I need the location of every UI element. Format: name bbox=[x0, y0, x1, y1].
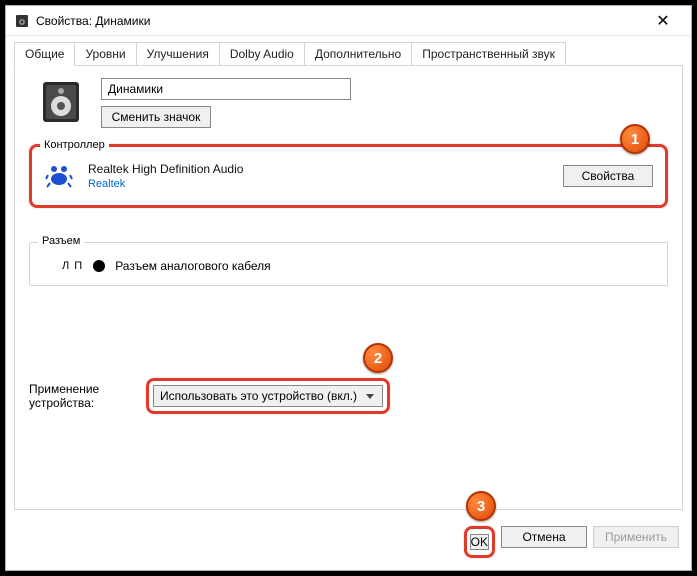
change-icon-button[interactable]: Сменить значок bbox=[101, 106, 211, 128]
annotation-badge-3: 3 bbox=[466, 491, 496, 521]
titlebar: Свойства: Динамики ✕ bbox=[6, 6, 691, 36]
apply-button: Применить bbox=[593, 526, 679, 548]
jack-group-label: Разъем bbox=[38, 235, 84, 247]
jack-lp-label: Л П bbox=[62, 260, 83, 272]
tab-levels[interactable]: Уровни bbox=[74, 42, 136, 65]
close-icon[interactable]: ✕ bbox=[643, 7, 683, 35]
controller-group: Контроллер Realtek High Definition Audio… bbox=[29, 144, 668, 208]
tab-content-general: Сменить значок Контроллер Realtek High D… bbox=[14, 65, 683, 510]
tab-strip: Общие Уровни Улучшения Dolby Audio Допол… bbox=[6, 36, 691, 65]
realtek-crab-icon bbox=[44, 161, 74, 191]
window-title: Свойства: Динамики bbox=[36, 14, 643, 28]
jack-description: Разъем аналогового кабеля bbox=[115, 259, 270, 273]
tab-dolby[interactable]: Dolby Audio bbox=[219, 42, 305, 65]
annotation-badge-2: 2 bbox=[363, 343, 393, 373]
device-usage-select[interactable]: Использовать это устройство (вкл.) bbox=[153, 385, 383, 407]
dialog-footer: OK 3 Отмена Применить bbox=[6, 518, 691, 570]
ok-button-highlight: OK 3 bbox=[464, 526, 495, 558]
device-usage-selected: Использовать это устройство (вкл.) bbox=[160, 389, 357, 403]
controller-group-label: Контроллер bbox=[40, 139, 109, 151]
speaker-device-icon bbox=[39, 80, 83, 124]
ok-button[interactable]: OK bbox=[470, 534, 489, 550]
annotation-badge-1: 1 bbox=[620, 124, 650, 154]
properties-dialog: Свойства: Динамики ✕ Общие Уровни Улучше… bbox=[5, 5, 692, 571]
controller-vendor-link[interactable]: Realtek bbox=[88, 178, 549, 190]
tab-enhancements[interactable]: Улучшения bbox=[136, 42, 220, 65]
speaker-titlebar-icon bbox=[14, 13, 30, 29]
jack-color-dot-icon bbox=[93, 260, 105, 272]
controller-properties-button[interactable]: Свойства bbox=[563, 165, 653, 187]
tab-spatial[interactable]: Пространственный звук bbox=[411, 42, 566, 65]
device-usage-label: Применение устройства: bbox=[29, 382, 124, 410]
jack-group: Разъем Л П Разъем аналогового кабеля bbox=[29, 242, 668, 286]
device-name-input[interactable] bbox=[101, 78, 351, 100]
controller-name: Realtek High Definition Audio bbox=[88, 162, 549, 176]
tab-advanced[interactable]: Дополнительно bbox=[304, 42, 412, 65]
device-usage-select-highlight: Использовать это устройство (вкл.) 2 bbox=[146, 378, 390, 414]
tab-general[interactable]: Общие bbox=[14, 42, 75, 66]
cancel-button[interactable]: Отмена bbox=[501, 526, 587, 548]
